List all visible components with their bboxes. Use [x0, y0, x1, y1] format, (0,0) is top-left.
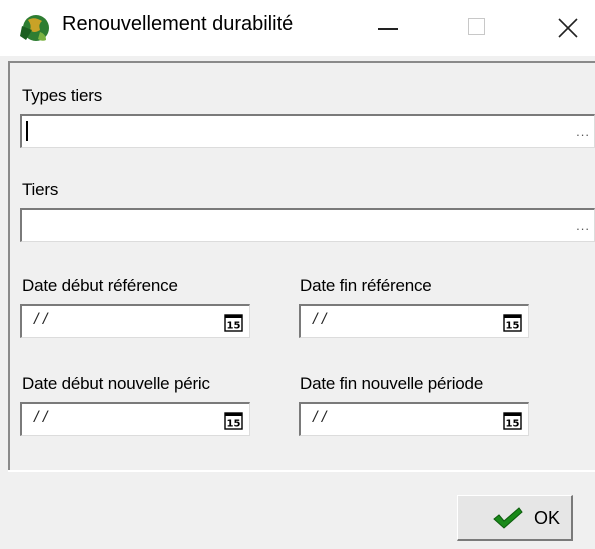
tiers-label: Tiers: [22, 180, 59, 199]
close-button[interactable]: [544, 0, 592, 56]
ok-button[interactable]: OK: [457, 495, 573, 541]
dialog-body: Types tiers ... Tiers ... Date début réf…: [0, 56, 595, 549]
date-debut-reference-input[interactable]: / / 15: [20, 304, 250, 338]
window-title: Renouvellement durabilité: [62, 13, 294, 35]
date-fin-reference-input[interactable]: / / 15: [299, 304, 529, 338]
calendar-icon[interactable]: 15: [224, 313, 243, 332]
types-tiers-input[interactable]: ...: [20, 114, 595, 148]
app-globe-icon: [20, 15, 49, 41]
svg-text:15: 15: [227, 419, 241, 430]
minimize-button[interactable]: [364, 0, 412, 56]
title-bar: Renouvellement durabilité: [0, 0, 595, 56]
svg-text:15: 15: [506, 419, 520, 430]
close-icon: [558, 18, 578, 38]
date-debut-nouvelle-periode-label: Date début nouvelle péric: [22, 374, 210, 393]
date-value: / /: [313, 409, 327, 426]
svg-text:15: 15: [506, 321, 520, 332]
tiers-input[interactable]: ...: [20, 208, 595, 242]
date-fin-nouvelle-periode-label: Date fin nouvelle période: [300, 374, 484, 393]
checkmark-icon: [493, 507, 523, 529]
date-debut-nouvelle-periode-input[interactable]: / / 15: [20, 402, 250, 436]
maximize-button[interactable]: [454, 0, 502, 56]
tiers-browse-button[interactable]: ...: [576, 218, 590, 233]
date-fin-reference-label: Date fin référence: [300, 276, 432, 295]
calendar-icon[interactable]: 15: [503, 411, 522, 430]
calendar-icon[interactable]: 15: [503, 313, 522, 332]
ok-label: OK: [534, 508, 561, 528]
date-fin-nouvelle-periode-input[interactable]: / / 15: [299, 402, 529, 436]
panel-divider: [8, 470, 595, 472]
date-debut-reference-label: Date début référence: [22, 276, 178, 295]
types-tiers-browse-button[interactable]: ...: [576, 124, 590, 139]
date-value: / /: [34, 409, 48, 426]
text-caret: [26, 121, 28, 141]
date-value: / /: [313, 311, 327, 328]
types-tiers-label: Types tiers: [22, 86, 102, 105]
svg-text:15: 15: [227, 321, 241, 332]
date-value: / /: [34, 311, 48, 328]
calendar-icon[interactable]: 15: [224, 411, 243, 430]
